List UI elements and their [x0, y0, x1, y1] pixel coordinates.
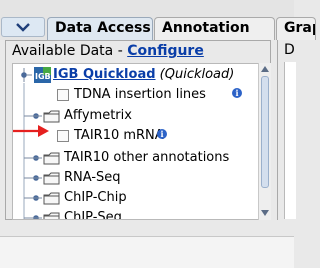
collapsed-handle-icon[interactable]: [24, 194, 42, 202]
tree-item-label: RNA-Seq: [64, 170, 121, 185]
igb-logo-icon: IGB: [34, 67, 51, 83]
right-panel-content: [284, 62, 296, 219]
info-icon[interactable]: i: [232, 88, 242, 98]
expanded-handle-icon[interactable]: [16, 68, 32, 82]
tree-item-label: ChIP-Seq: [64, 210, 122, 220]
svg-text:IGB: IGB: [35, 72, 51, 81]
tab-graph[interactable]: Grap: [276, 17, 316, 40]
folder-icon: [43, 152, 60, 165]
configure-link[interactable]: Configure: [127, 43, 204, 59]
tree-item-chip-seq[interactable]: ChIP-Seq: [13, 208, 263, 220]
tree-item-tair10-mrna[interactable]: TAIR10 mRNA i: [13, 126, 263, 146]
tree-item-rna-seq[interactable]: RNA-Seq: [13, 168, 263, 188]
tree-item-label: TAIR10 mRNA: [74, 128, 164, 143]
tree-root-suffix: (Quickload): [155, 67, 235, 82]
folder-icon: [43, 192, 60, 205]
scroll-down-arrow-icon[interactable]: [260, 209, 270, 217]
folder-icon: [43, 110, 60, 123]
tab-data-access[interactable]: Data Access: [47, 17, 153, 40]
tree-item-label: TDNA insertion lines: [74, 87, 206, 102]
data-source-tree: IGB IGB Quickload (Quickload) TDNA inser…: [12, 63, 265, 220]
tree-item-label: TAIR10 other annotations: [64, 150, 230, 165]
tree-item-chip-chip[interactable]: ChIP-Chip: [13, 188, 263, 208]
info-icon[interactable]: i: [157, 129, 167, 139]
tab-strip: Data Access Annotation Grap: [0, 0, 316, 40]
collapsed-handle-icon[interactable]: [24, 214, 42, 220]
right-panel: D: [277, 40, 296, 220]
collapsed-handle-icon[interactable]: [24, 174, 42, 182]
chevron-down-icon: [16, 23, 30, 32]
collapsed-handle-icon[interactable]: [24, 154, 42, 162]
scroll-up-arrow-icon[interactable]: [260, 65, 270, 73]
folder-icon: [43, 212, 60, 219]
collapsed-handle-icon[interactable]: [24, 112, 42, 120]
tree-item-label: Affymetrix: [64, 108, 132, 123]
tab-annotation[interactable]: Annotation: [154, 17, 275, 40]
tree-item-label: ChIP-Chip: [64, 190, 127, 205]
panel-title-text: Available Data -: [12, 43, 128, 59]
bottom-area: [0, 236, 294, 268]
tree-item-tdna[interactable]: TDNA insertion lines i: [13, 85, 263, 105]
folder-icon: [43, 172, 60, 185]
panel-title: Available Data - Configure: [12, 42, 204, 60]
tree-root-row[interactable]: IGB IGB Quickload (Quickload): [13, 65, 263, 85]
collapse-tabs-button[interactable]: [1, 17, 45, 37]
tair10-mrna-checkbox[interactable]: [57, 130, 69, 142]
tree-scrollbar[interactable]: [258, 63, 271, 220]
tree-item-tair10-other[interactable]: TAIR10 other annotations: [13, 148, 263, 168]
tree-root-label[interactable]: IGB Quickload: [53, 67, 156, 82]
red-arrow-icon: [13, 125, 49, 137]
scroll-thumb[interactable]: [261, 76, 269, 188]
right-panel-title: D: [284, 42, 295, 58]
tree-item-affymetrix[interactable]: Affymetrix: [13, 106, 263, 126]
tdna-checkbox[interactable]: [57, 89, 69, 101]
